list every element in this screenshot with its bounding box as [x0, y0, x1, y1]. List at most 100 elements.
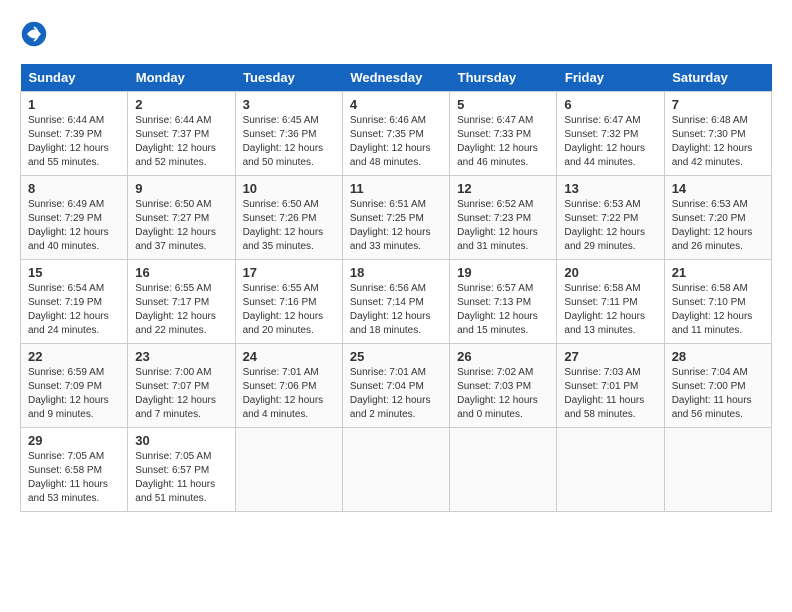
day-info: Sunrise: 7:02 AMSunset: 7:03 PMDaylight:… [457, 366, 549, 422]
day-cell: 16 Sunrise: 6:55 AMSunset: 7:17 PMDaylig… [128, 260, 235, 344]
col-header-monday: Monday [128, 64, 235, 92]
day-info: Sunrise: 6:44 AMSunset: 7:39 PMDaylight:… [28, 114, 120, 170]
col-header-wednesday: Wednesday [342, 64, 449, 92]
col-header-saturday: Saturday [664, 64, 771, 92]
day-info: Sunrise: 6:57 AMSunset: 7:13 PMDaylight:… [457, 282, 549, 338]
day-info: Sunrise: 7:03 AMSunset: 7:01 PMDaylight:… [564, 366, 656, 422]
day-number: 1 [28, 97, 120, 112]
day-info: Sunrise: 6:46 AMSunset: 7:35 PMDaylight:… [350, 114, 442, 170]
day-cell: 20 Sunrise: 6:58 AMSunset: 7:11 PMDaylig… [557, 260, 664, 344]
day-info: Sunrise: 7:04 AMSunset: 7:00 PMDaylight:… [672, 366, 764, 422]
day-info: Sunrise: 6:53 AMSunset: 7:20 PMDaylight:… [672, 198, 764, 254]
day-cell: 15 Sunrise: 6:54 AMSunset: 7:19 PMDaylig… [21, 260, 128, 344]
day-cell: 6 Sunrise: 6:47 AMSunset: 7:32 PMDayligh… [557, 92, 664, 176]
day-info: Sunrise: 6:44 AMSunset: 7:37 PMDaylight:… [135, 114, 227, 170]
day-number: 6 [564, 97, 656, 112]
day-number: 16 [135, 265, 227, 280]
day-number: 21 [672, 265, 764, 280]
logo [20, 20, 52, 48]
day-cell: 2 Sunrise: 6:44 AMSunset: 7:37 PMDayligh… [128, 92, 235, 176]
week-row-3: 15 Sunrise: 6:54 AMSunset: 7:19 PMDaylig… [21, 260, 772, 344]
day-cell: 9 Sunrise: 6:50 AMSunset: 7:27 PMDayligh… [128, 176, 235, 260]
day-number: 26 [457, 349, 549, 364]
day-info: Sunrise: 6:56 AMSunset: 7:14 PMDaylight:… [350, 282, 442, 338]
day-cell [235, 428, 342, 512]
day-cell: 3 Sunrise: 6:45 AMSunset: 7:36 PMDayligh… [235, 92, 342, 176]
day-number: 19 [457, 265, 549, 280]
day-number: 5 [457, 97, 549, 112]
col-header-sunday: Sunday [21, 64, 128, 92]
day-info: Sunrise: 6:58 AMSunset: 7:10 PMDaylight:… [672, 282, 764, 338]
day-cell: 5 Sunrise: 6:47 AMSunset: 7:33 PMDayligh… [450, 92, 557, 176]
col-header-tuesday: Tuesday [235, 64, 342, 92]
day-number: 12 [457, 181, 549, 196]
day-cell: 25 Sunrise: 7:01 AMSunset: 7:04 PMDaylig… [342, 344, 449, 428]
day-cell [450, 428, 557, 512]
day-number: 25 [350, 349, 442, 364]
day-cell: 13 Sunrise: 6:53 AMSunset: 7:22 PMDaylig… [557, 176, 664, 260]
day-cell: 4 Sunrise: 6:46 AMSunset: 7:35 PMDayligh… [342, 92, 449, 176]
calendar-table: SundayMondayTuesdayWednesdayThursdayFrid… [20, 64, 772, 512]
day-info: Sunrise: 6:49 AMSunset: 7:29 PMDaylight:… [28, 198, 120, 254]
day-info: Sunrise: 6:48 AMSunset: 7:30 PMDaylight:… [672, 114, 764, 170]
day-cell: 29 Sunrise: 7:05 AMSunset: 6:58 PMDaylig… [21, 428, 128, 512]
day-cell: 28 Sunrise: 7:04 AMSunset: 7:00 PMDaylig… [664, 344, 771, 428]
day-number: 10 [243, 181, 335, 196]
day-cell: 30 Sunrise: 7:05 AMSunset: 6:57 PMDaylig… [128, 428, 235, 512]
day-cell: 7 Sunrise: 6:48 AMSunset: 7:30 PMDayligh… [664, 92, 771, 176]
day-number: 3 [243, 97, 335, 112]
day-info: Sunrise: 6:55 AMSunset: 7:16 PMDaylight:… [243, 282, 335, 338]
day-cell: 21 Sunrise: 6:58 AMSunset: 7:10 PMDaylig… [664, 260, 771, 344]
day-info: Sunrise: 6:55 AMSunset: 7:17 PMDaylight:… [135, 282, 227, 338]
day-info: Sunrise: 6:50 AMSunset: 7:27 PMDaylight:… [135, 198, 227, 254]
day-number: 2 [135, 97, 227, 112]
day-number: 17 [243, 265, 335, 280]
day-cell [664, 428, 771, 512]
day-info: Sunrise: 6:53 AMSunset: 7:22 PMDaylight:… [564, 198, 656, 254]
day-info: Sunrise: 6:51 AMSunset: 7:25 PMDaylight:… [350, 198, 442, 254]
day-number: 20 [564, 265, 656, 280]
page-header [20, 20, 772, 48]
day-info: Sunrise: 7:05 AMSunset: 6:58 PMDaylight:… [28, 450, 120, 506]
day-cell: 27 Sunrise: 7:03 AMSunset: 7:01 PMDaylig… [557, 344, 664, 428]
header-row: SundayMondayTuesdayWednesdayThursdayFrid… [21, 64, 772, 92]
day-info: Sunrise: 6:47 AMSunset: 7:33 PMDaylight:… [457, 114, 549, 170]
day-number: 15 [28, 265, 120, 280]
day-number: 8 [28, 181, 120, 196]
day-number: 7 [672, 97, 764, 112]
day-info: Sunrise: 6:59 AMSunset: 7:09 PMDaylight:… [28, 366, 120, 422]
week-row-1: 1 Sunrise: 6:44 AMSunset: 7:39 PMDayligh… [21, 92, 772, 176]
day-info: Sunrise: 7:00 AMSunset: 7:07 PMDaylight:… [135, 366, 227, 422]
day-cell: 14 Sunrise: 6:53 AMSunset: 7:20 PMDaylig… [664, 176, 771, 260]
week-row-2: 8 Sunrise: 6:49 AMSunset: 7:29 PMDayligh… [21, 176, 772, 260]
day-number: 13 [564, 181, 656, 196]
day-cell: 24 Sunrise: 7:01 AMSunset: 7:06 PMDaylig… [235, 344, 342, 428]
day-number: 30 [135, 433, 227, 448]
day-number: 11 [350, 181, 442, 196]
day-info: Sunrise: 6:50 AMSunset: 7:26 PMDaylight:… [243, 198, 335, 254]
day-cell: 11 Sunrise: 6:51 AMSunset: 7:25 PMDaylig… [342, 176, 449, 260]
day-number: 28 [672, 349, 764, 364]
col-header-friday: Friday [557, 64, 664, 92]
day-cell: 10 Sunrise: 6:50 AMSunset: 7:26 PMDaylig… [235, 176, 342, 260]
day-number: 14 [672, 181, 764, 196]
day-cell [342, 428, 449, 512]
day-cell: 18 Sunrise: 6:56 AMSunset: 7:14 PMDaylig… [342, 260, 449, 344]
day-number: 22 [28, 349, 120, 364]
day-info: Sunrise: 7:01 AMSunset: 7:04 PMDaylight:… [350, 366, 442, 422]
day-info: Sunrise: 6:54 AMSunset: 7:19 PMDaylight:… [28, 282, 120, 338]
day-info: Sunrise: 7:01 AMSunset: 7:06 PMDaylight:… [243, 366, 335, 422]
day-cell [557, 428, 664, 512]
day-number: 29 [28, 433, 120, 448]
logo-icon [20, 20, 48, 48]
day-cell: 1 Sunrise: 6:44 AMSunset: 7:39 PMDayligh… [21, 92, 128, 176]
day-number: 9 [135, 181, 227, 196]
day-cell: 19 Sunrise: 6:57 AMSunset: 7:13 PMDaylig… [450, 260, 557, 344]
day-cell: 12 Sunrise: 6:52 AMSunset: 7:23 PMDaylig… [450, 176, 557, 260]
day-info: Sunrise: 6:52 AMSunset: 7:23 PMDaylight:… [457, 198, 549, 254]
day-cell: 8 Sunrise: 6:49 AMSunset: 7:29 PMDayligh… [21, 176, 128, 260]
day-info: Sunrise: 6:47 AMSunset: 7:32 PMDaylight:… [564, 114, 656, 170]
day-number: 18 [350, 265, 442, 280]
day-cell: 23 Sunrise: 7:00 AMSunset: 7:07 PMDaylig… [128, 344, 235, 428]
day-cell: 17 Sunrise: 6:55 AMSunset: 7:16 PMDaylig… [235, 260, 342, 344]
